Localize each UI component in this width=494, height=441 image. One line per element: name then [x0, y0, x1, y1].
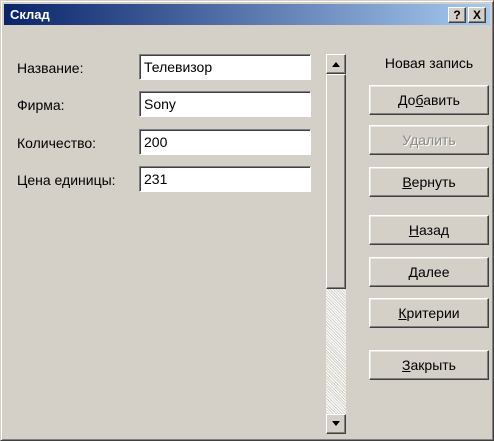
name-label: Название: [17, 60, 84, 76]
company-label: Фирма: [17, 97, 65, 113]
back-button-label: азад [419, 222, 450, 238]
help-button[interactable]: ? [448, 7, 466, 23]
scroll-up-button[interactable] [326, 54, 346, 74]
add-button-label-start: До [398, 92, 416, 108]
delete-button[interactable]: Удалить [369, 125, 489, 155]
name-field[interactable]: Телевизор [139, 54, 311, 80]
window-title: Склад [10, 7, 50, 22]
title-bar[interactable]: Склад ? X [4, 4, 490, 25]
back-button-accel: Н [408, 222, 420, 238]
criteria-button-accel: К [398, 305, 407, 321]
close-button[interactable]: Закрыть [369, 350, 489, 380]
criteria-button[interactable]: Критерии [369, 298, 489, 328]
add-button-label-end: авить [423, 92, 460, 108]
record-status: Новая запись [384, 55, 474, 71]
restore-button-accel: В [402, 174, 412, 190]
close-window-button[interactable]: X [468, 7, 486, 23]
quantity-field[interactable]: 200 [139, 129, 311, 155]
add-button[interactable]: Добавить [369, 85, 489, 115]
criteria-button-label: ритерии [406, 305, 460, 321]
close-button-label: акрыть [410, 357, 456, 373]
company-field[interactable]: Sony [139, 91, 311, 117]
record-scrollbar[interactable] [326, 54, 346, 434]
next-button-accel: Д [408, 264, 418, 280]
triangle-down-icon [332, 421, 340, 426]
back-button[interactable]: Назад [369, 215, 489, 245]
scroll-down-button[interactable] [326, 414, 346, 434]
unit-price-label: Цена единицы: [17, 172, 116, 188]
next-button[interactable]: Далее [369, 257, 489, 287]
unit-price-field[interactable]: 231 [139, 166, 311, 192]
scroll-thumb[interactable] [326, 74, 346, 289]
dialog-window: Склад ? X Название: Телевизор Фирма: Son… [0, 0, 494, 441]
quantity-label: Количество: [17, 135, 97, 151]
next-button-label: алее [417, 264, 450, 280]
triangle-up-icon [332, 62, 340, 67]
close-button-accel: З [402, 357, 411, 373]
restore-button[interactable]: Вернуть [369, 167, 489, 197]
restore-button-label: ернуть [411, 174, 456, 190]
